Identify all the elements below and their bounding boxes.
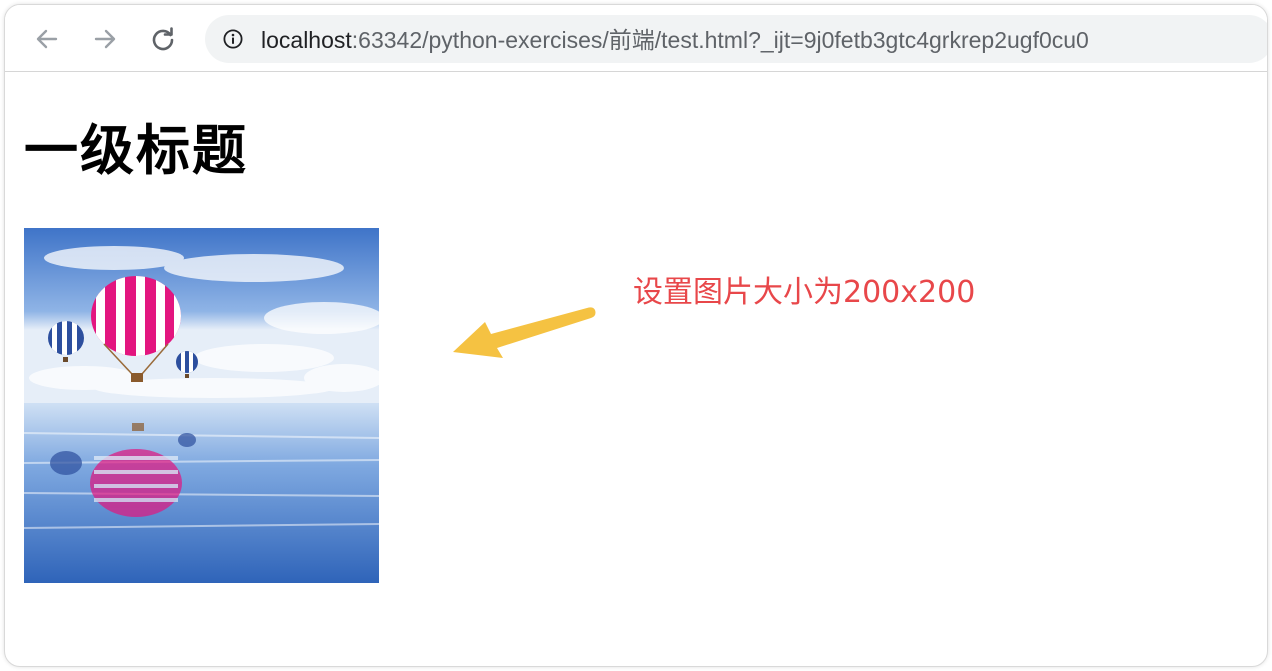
forward-button[interactable] [89,23,121,55]
arrow-right-icon [94,29,116,49]
back-button[interactable] [31,23,63,55]
url-host: localhost [261,27,352,53]
reload-icon [152,27,174,51]
annotation-text: 设置图片大小为200x200 [633,275,976,310]
info-icon[interactable] [223,29,243,49]
browser-toolbar: localhost:63342/python-exercises/前端/test… [5,5,1267,72]
browser-window: localhost:63342/python-exercises/前端/test… [4,4,1268,667]
page-content: 一级标题 设置图片大小为200x200 [5,72,1267,666]
address-bar[interactable]: localhost:63342/python-exercises/前端/test… [205,15,1267,63]
reload-button[interactable] [147,23,179,55]
balloon-photo [24,228,379,583]
url-path: :63342/python-exercises/前端/test.html?_ij… [351,27,1089,53]
pointer-arrow-icon [453,307,596,358]
url-text: localhost:63342/python-exercises/前端/test… [261,27,1089,53]
arrow-left-icon [36,29,58,49]
page-heading: 一级标题 [24,119,248,182]
